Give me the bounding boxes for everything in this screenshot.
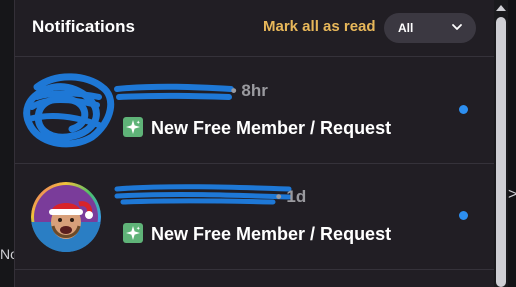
scrollbar[interactable] — [494, 0, 508, 287]
sparkle-icon — [123, 223, 143, 243]
notification-time: 1d — [286, 187, 307, 206]
chevron-down-icon — [452, 24, 462, 30]
notification-message: New Free Member / Request — [123, 117, 391, 139]
avatar — [31, 182, 101, 252]
notifications-header: Notifications Mark all as read All — [15, 0, 495, 57]
notification-item[interactable]: • 8hr New Free Member / Request — [15, 57, 495, 164]
redaction-scribble — [23, 73, 234, 148]
next-notification-partial — [15, 270, 495, 287]
panel-title: Notifications — [32, 17, 135, 36]
notification-time: 8hr — [241, 81, 268, 100]
scroll-thumb[interactable] — [496, 17, 506, 287]
unread-indicator — [459, 211, 468, 220]
background-page — [0, 0, 14, 287]
background-glyph: > — [508, 186, 516, 203]
notification-actor: • 8hr — [226, 81, 268, 100]
unread-indicator — [459, 105, 468, 114]
filter-dropdown[interactable]: All — [384, 13, 476, 43]
filter-selected-value: All — [398, 21, 414, 35]
sparkle-icon — [123, 117, 143, 137]
notification-item[interactable]: • 1d New Free Member / Request — [15, 163, 495, 270]
notification-message: New Free Member / Request — [123, 223, 391, 245]
notification-message-text: New Free Member / Request — [151, 118, 392, 138]
mark-all-read-link[interactable]: Mark all as read — [263, 18, 376, 35]
notification-message-text: New Free Member / Request — [151, 224, 392, 244]
scroll-up-arrow-icon[interactable] — [495, 3, 507, 13]
notifications-panel: Notifications Mark all as read All • 8hr — [14, 0, 495, 287]
notification-actor: • 1d — [271, 187, 307, 206]
